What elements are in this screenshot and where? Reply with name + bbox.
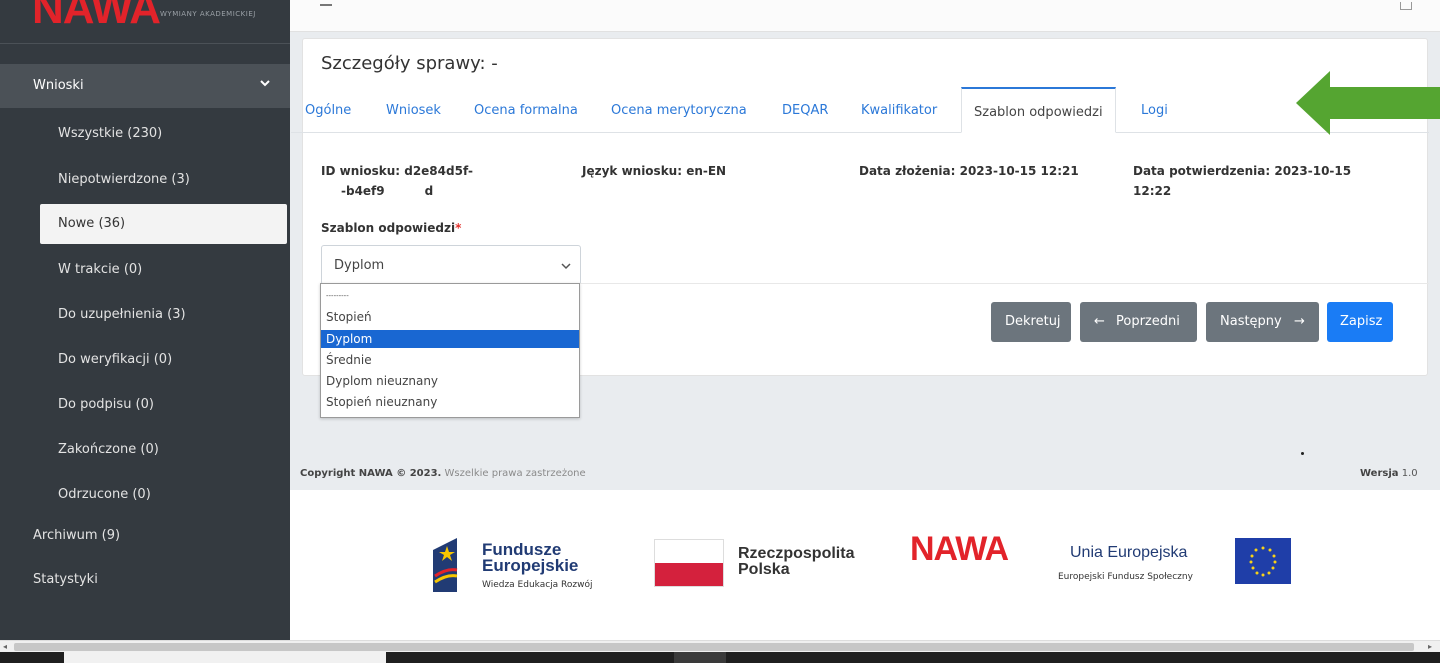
scroll-left-icon[interactable]: ◂: [3, 642, 7, 651]
save-button[interactable]: Zapisz: [1327, 302, 1393, 342]
tab-logi[interactable]: Logi: [1141, 87, 1168, 133]
chevron-down-icon: [561, 263, 571, 270]
template-field-label: Szablon odpowiedzi*: [321, 221, 462, 235]
taskbar-app-button[interactable]: [674, 652, 726, 663]
sidebar-item-zakonczone[interactable]: Zakończone (0): [40, 430, 287, 470]
taskbar-search-input[interactable]: [64, 652, 386, 663]
sidebar-item-do-uzupelnienia[interactable]: Do uzupełnienia (3): [40, 295, 287, 335]
sidebar-item-archiwum[interactable]: Archiwum (9): [33, 528, 120, 543]
tab-bar: Ogólne Wniosek Ocena formalna Ocena mery…: [291, 87, 1429, 133]
fundusze-europejskie-text: Fundusze Europejskie: [482, 540, 579, 575]
taskbar: [0, 652, 1440, 663]
option-dyplom[interactable]: Dyplom: [321, 330, 579, 348]
option-stopien[interactable]: Stopień: [321, 308, 579, 326]
sidebar-item-do-weryfikacji[interactable]: Do weryfikacji (0): [40, 340, 287, 380]
tab-ogolne[interactable]: Ogólne: [305, 87, 351, 133]
sidebar-item-do-podpisu[interactable]: Do podpisu (0): [40, 385, 287, 425]
template-select-value: Dyplom: [334, 258, 385, 273]
sidebar-item-odrzucone[interactable]: Odrzucone (0): [40, 475, 287, 515]
option-stopien-nieuznany[interactable]: Stopień nieuznany: [321, 393, 579, 411]
stray-dot: [1301, 452, 1304, 455]
unia-europejska-text: Unia Europejska: [1070, 544, 1188, 561]
logos-strip: Fundusze Europejskie Wiedza Edukacja Roz…: [290, 490, 1440, 640]
top-bar: [290, 0, 1440, 32]
tab-kwalifikator[interactable]: Kwalifikator: [861, 87, 937, 133]
fundusze-europejskie-sub: Wiedza Edukacja Rozwój: [482, 580, 593, 590]
tab-szablon-odpowiedzi[interactable]: Szablon odpowiedzi: [961, 87, 1116, 133]
eu-flag-icon: [1235, 538, 1291, 584]
menu-toggle-icon[interactable]: [320, 4, 332, 6]
arrow-right-icon: →: [1294, 314, 1305, 329]
nawa-footer-logo: NAWA: [910, 530, 1009, 568]
required-marker: *: [455, 221, 462, 235]
sidebar-item-wszystkie[interactable]: Wszystkie (230): [40, 114, 287, 154]
redacted-text: [384, 184, 425, 199]
sidebar: NAWA WYMIANY AKADEMICKIEJ Wnioski Wszyst…: [0, 0, 290, 640]
unia-europejska-sub: Europejski Fundusz Społeczny: [1058, 572, 1193, 582]
sidebar-item-niepotwierdzone[interactable]: Niepotwierdzone (3): [40, 160, 287, 200]
info-date-confirmed: Data potwierdzenia: 2023-10-15 12:22: [1133, 164, 1352, 198]
brand-header: NAWA WYMIANY AKADEMICKIEJ: [0, 0, 290, 44]
sidebar-group-label: Wnioski: [33, 78, 84, 93]
page-title: Szczegóły sprawy: -: [321, 53, 498, 74]
scrollbar-thumb[interactable]: [14, 643, 1414, 651]
tab-deqar[interactable]: DEQAR: [782, 87, 828, 133]
nawa-logo[interactable]: NAWA: [32, 0, 161, 34]
tab-ocena-merytoryczna[interactable]: Ocena merytoryczna: [611, 87, 747, 133]
sidebar-group-wnioski[interactable]: Wnioski: [0, 64, 290, 108]
fundusze-europejskie-logo-icon: [433, 538, 458, 592]
arrow-left-icon: ←: [1094, 314, 1105, 329]
horizontal-scrollbar[interactable]: ◂ ▸: [0, 640, 1440, 652]
footer-copyright: Copyright NAWA © 2023. Wszelkie prawa za…: [300, 468, 586, 479]
tab-wniosek[interactable]: Wniosek: [386, 87, 441, 133]
arrow-left-annotation-icon: [1296, 71, 1440, 135]
info-date-submitted: Data złożenia: 2023-10-15 12:21: [859, 164, 1079, 178]
scroll-right-icon[interactable]: ▸: [1428, 642, 1432, 651]
dekretuj-button[interactable]: Dekretuj: [991, 302, 1071, 342]
previous-button[interactable]: ← Poprzedni: [1080, 302, 1197, 342]
template-select[interactable]: Dyplom: [321, 245, 581, 285]
rzeczpospolita-text: Rzeczpospolita Polska: [738, 545, 855, 578]
sidebar-item-nowe[interactable]: Nowe (36): [40, 204, 287, 244]
option-empty[interactable]: ---------: [321, 288, 579, 306]
tab-ocena-formalna[interactable]: Ocena formalna: [474, 87, 578, 133]
option-dyplom-nieuznany[interactable]: Dyplom nieuznany: [321, 372, 579, 390]
option-srednie[interactable]: Średnie: [321, 351, 579, 369]
info-language: Język wniosku: en-EN: [582, 164, 727, 178]
sidebar-item-statystyki[interactable]: Statystyki: [33, 572, 98, 587]
info-application-id: ID wniosku: d2e84d5f- -b4ef9 d: [321, 161, 553, 201]
sidebar-item-w-trakcie[interactable]: W trakcie (0): [40, 250, 287, 290]
poland-flag-icon: [654, 539, 724, 587]
brand-subtitle: WYMIANY AKADEMICKIEJ: [160, 10, 256, 18]
next-button[interactable]: Następny →: [1206, 302, 1319, 342]
footer-version: Wersja 1.0: [1360, 468, 1418, 479]
redacted-text: [472, 164, 553, 179]
template-options-list: --------- Stopień Dyplom Średnie Dyplom …: [320, 283, 580, 418]
user-menu-icon[interactable]: [1400, 2, 1412, 10]
chevron-down-icon: [260, 80, 270, 87]
